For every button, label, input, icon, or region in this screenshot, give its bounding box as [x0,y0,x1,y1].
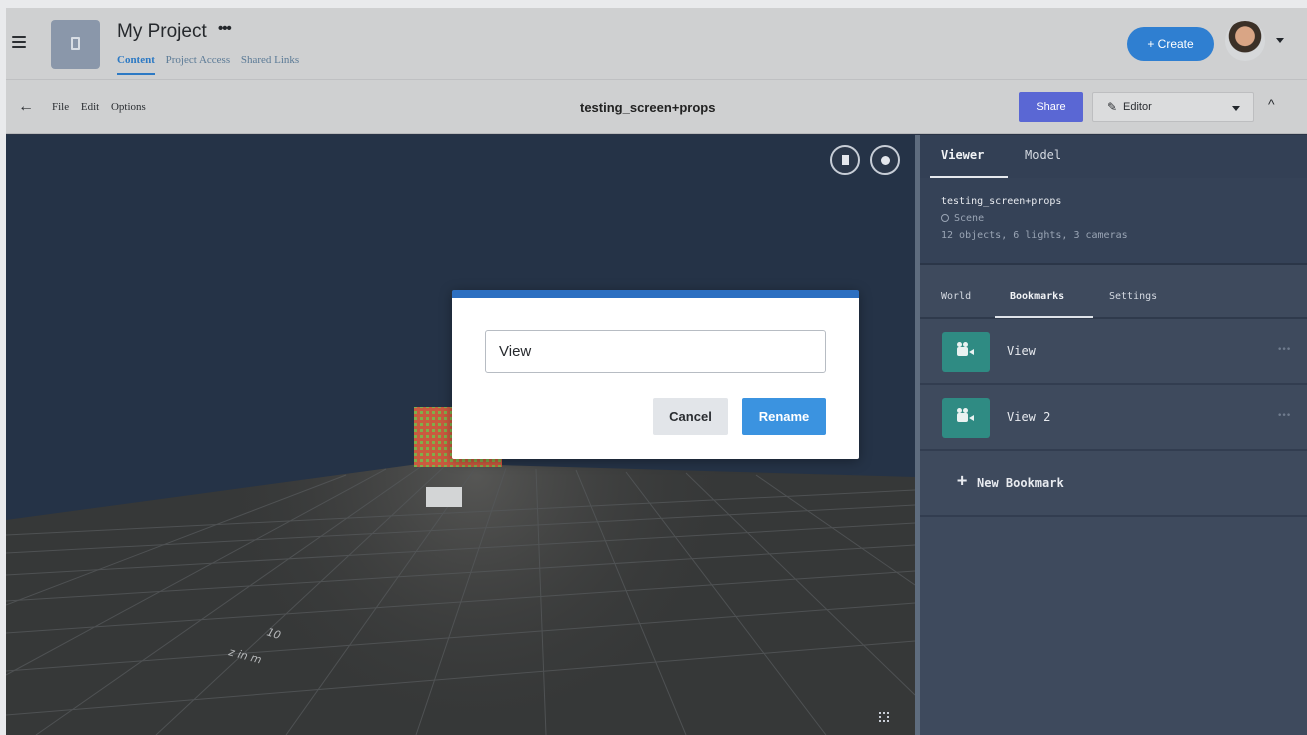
scene-stats: 12 objects, 6 lights, 3 cameras [941,230,1128,241]
project-thumbnail[interactable] [51,20,100,69]
share-button[interactable]: Share [1019,92,1083,122]
sub-tabs: World Bookmarks Settings [920,265,1307,319]
scene-type: Scene [941,213,984,224]
app-window: My Project ••• Content Project Access Sh… [6,8,1307,735]
menu-options[interactable]: Options [111,101,146,113]
chevron-down-icon [1232,106,1240,111]
add-bookmark-button[interactable] [830,145,860,175]
pencil-icon: ✎ [1107,100,1118,114]
tab-content[interactable]: Content [117,54,155,75]
tab-settings[interactable]: Settings [1109,291,1157,302]
scene-info: testing_screen+props Scene 12 objects, 6… [920,178,1307,265]
back-arrow-icon[interactable]: ← [18,98,34,116]
cancel-button[interactable]: Cancel [653,398,728,435]
avatar[interactable] [1225,21,1265,61]
project-header: My Project ••• Content Project Access Sh… [6,8,1307,80]
scene-name: testing_screen+props [941,196,1062,207]
chevron-down-icon[interactable] [1276,38,1284,43]
rename-dialog: Cancel Rename [452,290,859,459]
menu-edit[interactable]: Edit [81,101,99,113]
editor-mode-label: Editor [1123,101,1152,113]
tab-bookmarks[interactable]: Bookmarks [1010,291,1064,302]
box-prop [426,487,462,507]
menu-bar: File Edit Options [52,101,155,113]
camera-icon [942,332,990,372]
globe-icon [941,214,949,222]
plus-icon: + [957,471,968,491]
document-toolbar: ← File Edit Options testing_screen+props… [6,80,1307,134]
tab-world[interactable]: World [941,291,971,302]
project-tabs: Content Project Access Shared Links [117,54,307,75]
more-options-icon[interactable]: ••• [1277,345,1291,355]
bookmark-label: View [1007,344,1036,358]
rename-button[interactable]: Rename [742,398,826,435]
collapse-icon[interactable]: ^ [1268,96,1275,112]
create-button[interactable]: + Create [1127,27,1214,61]
editor-mode-dropdown[interactable]: ✎ Editor [1092,92,1254,122]
bookmark-icon [842,155,849,165]
bookmark-item[interactable]: View ••• [920,319,1307,385]
bookmark-label: View 2 [1007,410,1051,424]
building-icon [71,37,80,50]
bookmark-name-input[interactable] [485,330,826,373]
more-options-icon[interactable]: ••• [1277,411,1291,421]
fullscreen-icon[interactable] [879,712,889,722]
new-bookmark-label: New Bookmark [977,476,1064,490]
tab-indicator [995,316,1093,318]
project-more-icon[interactable]: ••• [218,20,232,37]
tab-shared-links[interactable]: Shared Links [241,54,299,66]
bookmark-item[interactable]: View 2 ••• [920,385,1307,451]
menu-file[interactable]: File [52,101,69,113]
project-title: My Project [117,21,207,42]
record-icon [881,156,890,165]
scene-type-label: Scene [954,213,985,224]
record-button[interactable] [870,145,900,175]
new-bookmark-button[interactable]: + New Bookmark [920,451,1307,517]
camera-icon [942,398,990,438]
tab-project-access[interactable]: Project Access [166,54,230,66]
document-title: testing_screen+props [580,100,716,115]
tab-model[interactable]: Model [1025,148,1061,162]
panel-tabs: Viewer Model [920,135,1307,178]
hamburger-menu-icon[interactable] [12,36,26,48]
side-panel: Viewer Model testing_screen+props Scene … [915,135,1307,735]
tab-viewer[interactable]: Viewer [941,148,984,162]
